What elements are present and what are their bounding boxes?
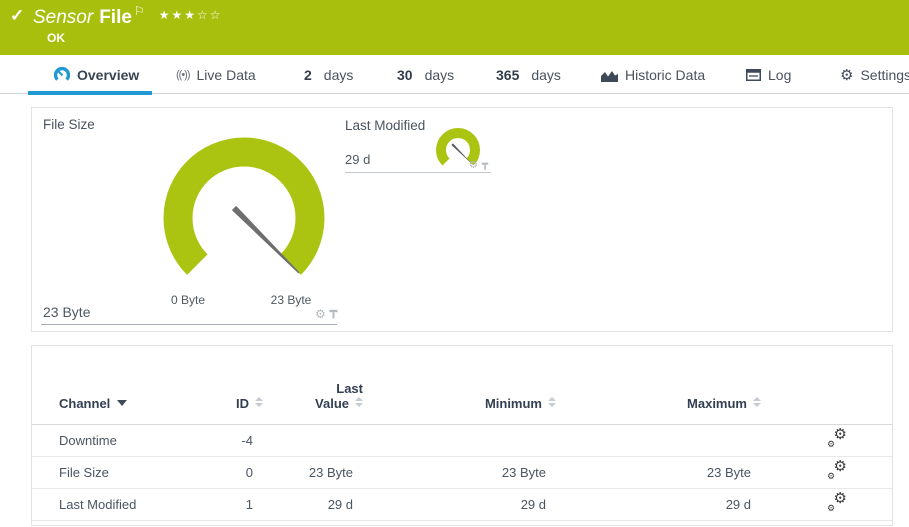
gauge-pin-icon[interactable]: [481, 162, 489, 171]
sort-icon: [548, 397, 556, 407]
file-size-gauge-title: File Size: [43, 117, 95, 132]
channels-panel: Channel ID Last Value Minimum Maximum Do…: [31, 345, 893, 526]
gauge-scale-max: 23 Byte: [258, 293, 324, 307]
tab-live-data-label: Live Data: [197, 67, 256, 83]
channel-name[interactable]: File Size: [32, 456, 202, 488]
sort-icon: [355, 397, 363, 407]
tab-365-days-number: 365: [496, 67, 519, 83]
tab-30-days-label: days: [425, 67, 455, 83]
tab-historic-data-label: Historic Data: [625, 67, 705, 83]
sensor-page: ✓ Sensor File⚐ ★★★☆☆ OK Overview ((•)) Liv…: [0, 0, 909, 527]
tab-365-days[interactable]: 365 days: [496, 62, 561, 88]
tab-2-days-label: days: [324, 67, 354, 83]
gear-icon: ⚙: [840, 68, 853, 83]
tab-30-days[interactable]: 30 days: [397, 62, 454, 88]
table-row[interactable]: Downtime -4 ⚙⚙: [32, 424, 892, 456]
sensor-status-header: ✓ Sensor File⚐ ★★★☆☆ OK: [0, 0, 909, 55]
active-tab-indicator: [28, 91, 152, 95]
tab-365-days-label: days: [531, 67, 561, 83]
channel-maximum: 23 Byte: [560, 456, 765, 488]
tab-historic-data[interactable]: Historic Data: [601, 62, 705, 88]
tab-overview-label: Overview: [77, 67, 139, 83]
file-size-gauge[interactable]: [156, 130, 332, 306]
gauge-icon: [54, 67, 70, 83]
last-modified-gauge-title: Last Modified: [345, 118, 425, 133]
channel-last-value: 29 d: [267, 488, 367, 520]
column-header-id[interactable]: ID: [202, 346, 267, 424]
column-header-last-value[interactable]: Last Value: [267, 346, 367, 424]
channel-maximum: [560, 424, 765, 456]
tab-30-days-number: 30: [397, 67, 413, 83]
column-header-minimum[interactable]: Minimum: [367, 346, 560, 424]
channels-table-header-row: Channel ID Last Value Minimum Maximum: [32, 346, 892, 424]
column-header-channel-label: Channel: [59, 396, 110, 411]
channel-id: 1: [202, 488, 267, 520]
last-modified-gauge-underline: [345, 172, 491, 173]
tab-settings[interactable]: ⚙ Settings: [840, 62, 909, 88]
sort-icon: [753, 397, 761, 407]
channel-minimum: 29 d: [367, 488, 560, 520]
channel-settings-gears-icon[interactable]: ⚙⚙: [827, 494, 847, 511]
gauge-settings-gear-icon[interactable]: ⚙: [469, 161, 478, 171]
last-modified-gauge-tools: ⚙: [469, 161, 489, 171]
file-size-gauge-tools: ⚙: [315, 308, 338, 320]
table-row[interactable]: File Size 0 23 Byte 23 Byte 23 Byte ⚙⚙: [32, 456, 892, 488]
tab-settings-label: Settings: [860, 67, 909, 83]
gauges-panel: File Size 0 Byte 23 Byte 23 Byte ⚙ Last …: [31, 107, 893, 332]
flag-icon[interactable]: ⚐: [134, 4, 145, 18]
file-size-gauge-underline: [41, 324, 337, 325]
column-header-actions: [765, 346, 892, 424]
table-row[interactable]: Last Modified 1 29 d 29 d 29 d ⚙⚙: [32, 488, 892, 520]
column-header-maximum[interactable]: Maximum: [560, 346, 765, 424]
broadcast-icon: ((•)): [176, 69, 190, 81]
channel-settings-gears-icon[interactable]: ⚙⚙: [827, 430, 847, 447]
priority-stars[interactable]: ★★★☆☆: [159, 8, 223, 22]
column-header-minimum-label: Minimum: [485, 396, 542, 411]
file-size-value: 23 Byte: [43, 304, 90, 320]
sort-desc-icon: [117, 400, 127, 406]
column-header-maximum-label: Maximum: [687, 396, 747, 411]
sensor-tabbar: Overview ((•)) Live Data 2 days 30 days …: [0, 60, 909, 94]
channel-last-value: 23 Byte: [267, 456, 367, 488]
channels-table: Channel ID Last Value Minimum Maximum Do…: [32, 346, 892, 521]
gauge-pin-icon[interactable]: [329, 309, 338, 320]
sensor-title-name: File: [99, 7, 132, 28]
channel-last-value: [267, 424, 367, 456]
tab-log-label: Log: [768, 67, 791, 83]
tab-log[interactable]: Log: [746, 62, 791, 88]
channel-maximum: 29 d: [560, 488, 765, 520]
sensor-status-badge: OK: [47, 31, 65, 45]
channel-id: -4: [202, 424, 267, 456]
channel-minimum: [367, 424, 560, 456]
channel-name[interactable]: Downtime: [32, 424, 202, 456]
last-modified-value: 29 d: [345, 152, 370, 167]
sort-icon: [255, 397, 263, 407]
area-chart-icon: [601, 69, 618, 82]
channel-name[interactable]: Last Modified: [32, 488, 202, 520]
log-icon: [746, 69, 761, 81]
sensor-title-prefix: Sensor: [33, 7, 93, 28]
column-header-id-label: ID: [236, 396, 249, 411]
sensor-title: Sensor File⚐ ★★★☆☆: [33, 4, 223, 29]
tab-live-data[interactable]: ((•)) Live Data: [176, 62, 256, 88]
channel-id: 0: [202, 456, 267, 488]
channel-minimum: 23 Byte: [367, 456, 560, 488]
tab-2-days-number: 2: [304, 67, 312, 83]
gauge-settings-gear-icon[interactable]: ⚙: [315, 308, 326, 320]
channel-settings-gears-icon[interactable]: ⚙⚙: [827, 462, 847, 479]
column-header-channel[interactable]: Channel: [32, 346, 202, 424]
gauge-scale-min: 0 Byte: [158, 293, 218, 307]
tab-overview[interactable]: Overview: [54, 62, 139, 88]
ok-check-icon: ✓: [10, 6, 24, 26]
tab-2-days[interactable]: 2 days: [304, 62, 353, 88]
